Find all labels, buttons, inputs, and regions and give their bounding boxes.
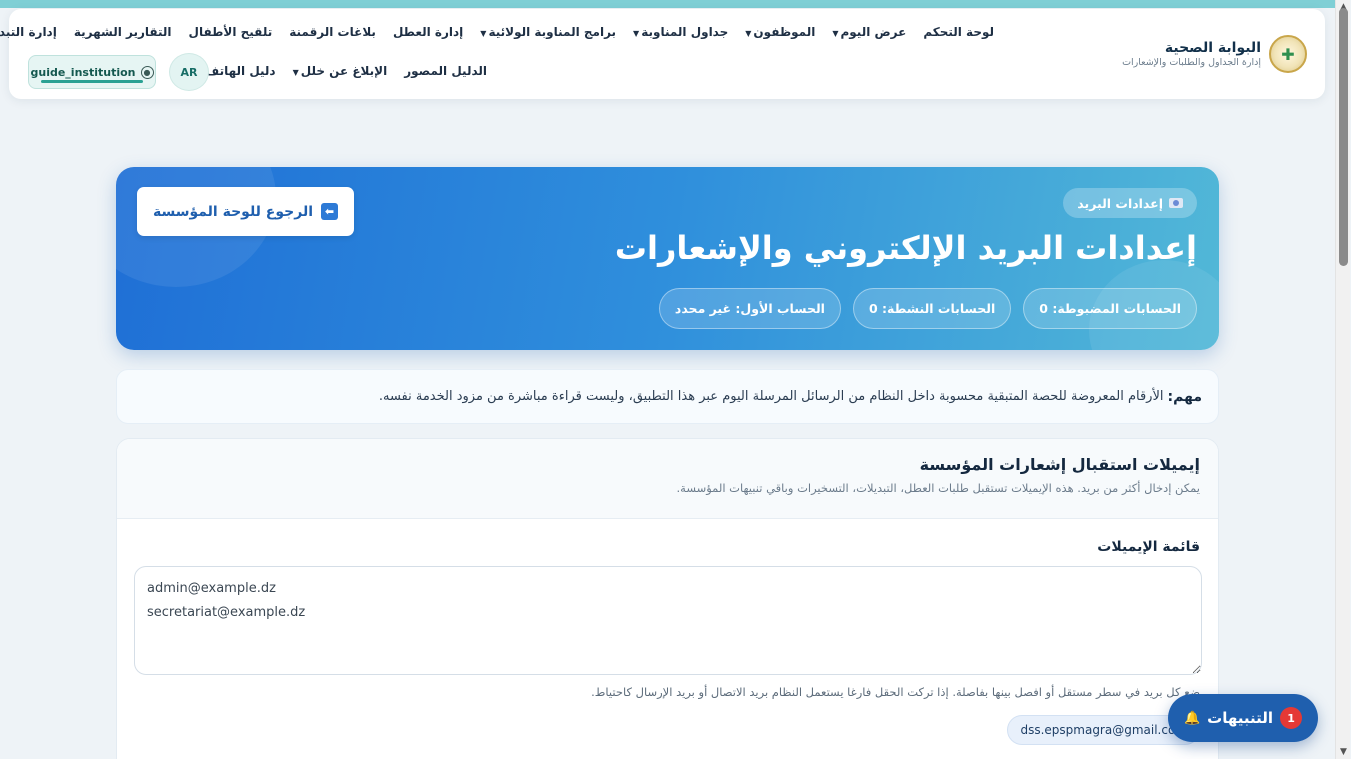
brand-subtitle: إدارة الجداول والطلبات والإشعارات — [1123, 57, 1262, 68]
nav-digitization-reports[interactable]: بلاغات الرقمنة — [290, 25, 377, 39]
brand-title: البوابة الصحية — [1165, 40, 1262, 56]
email-list-help: ضع كل بريد في سطر مستقل أو افصل بينها بف… — [592, 685, 1201, 699]
stat-active-accounts: الحسابات النشطة: 0 — [853, 288, 1013, 329]
stat-first-account: الحساب الأول: غير محدد — [659, 288, 842, 329]
bell-icon: 🔔 — [1184, 710, 1202, 726]
nav-primary-row: لوحة التحكم عرض اليوم▼ الموظفون▼ جداول ا… — [0, 25, 995, 39]
nav-secondary-row: الدليل المصور الإبلاغ عن خلل▼ دليل الهات… — [206, 64, 488, 78]
account-stats: الحسابات المضبوطة: 0 الحسابات النشطة: 0 … — [659, 288, 1198, 329]
nav-duty-schedules[interactable]: جداول المناوبة▼ — [634, 25, 729, 39]
nav-state-duty-programs[interactable]: برامج المناوبة الولائية▼ — [481, 25, 617, 39]
card-title: إيميلات استقبال إشعارات المؤسسة — [920, 455, 1201, 474]
nav-employees[interactable]: الموظفون▼ — [746, 25, 816, 39]
notice-text: الأرقام المعروضة للحصة المتبقية محسوبة د… — [379, 389, 1165, 404]
nav-illustrated-guide[interactable]: الدليل المصور — [405, 64, 488, 78]
chevron-down-icon: ▼ — [746, 29, 753, 38]
user-chip-underline — [42, 80, 144, 83]
card-header: إيميلات استقبال إشعارات المؤسسة يمكن إدخ… — [118, 439, 1219, 519]
page-scrollbar[interactable]: ▲ ▼ — [1336, 0, 1351, 759]
chevron-down-icon: ▼ — [293, 68, 300, 77]
nav-phone-directory[interactable]: دليل الهاتف — [206, 64, 276, 78]
user-menu[interactable]: guide_institution ● — [29, 55, 157, 89]
notification-count-badge: 1 — [1281, 707, 1304, 729]
username: guide_institution — [31, 65, 137, 79]
nav-report-bug[interactable]: الإبلاغ عن خلل▼ — [294, 64, 389, 78]
nav-monthly-reports[interactable]: التقارير الشهرية — [75, 25, 173, 39]
institution-logo-icon: ✚ — [1270, 35, 1308, 73]
email-settings-hero: إعدادات البريد إعدادات البريد الإلكتروني… — [117, 167, 1220, 350]
nav-dashboard[interactable]: لوحة التحكم — [924, 25, 995, 39]
notifications-label: التنبيهات — [1208, 709, 1275, 727]
quota-notice: مهم: الأرقام المعروضة للحصة المتبقية محس… — [117, 369, 1220, 424]
nav-swap-management[interactable]: إدارة التبديلات — [0, 25, 58, 39]
nav-leave-management[interactable]: إدارة العطل — [394, 25, 464, 39]
email-icon — [1170, 198, 1184, 208]
user-circle-icon: ● — [141, 65, 155, 79]
card-description: يمكن إدخال أكثر من بريد. هذه الإيميلات ت… — [677, 481, 1201, 495]
recipient-emails-textarea[interactable]: admin@example.dz secretariat@example.dz — [135, 566, 1203, 675]
chevron-down-icon: ▼ — [481, 29, 488, 38]
arrow-left-icon: ⬅ — [322, 203, 339, 220]
back-to-institution-dashboard-button[interactable]: ⬅ الرجوع للوحة المؤسسة — [138, 187, 355, 236]
stat-configured-accounts: الحسابات المضبوطة: 0 — [1024, 288, 1198, 329]
chevron-down-icon: ▼ — [833, 29, 840, 38]
main-navbar: ✚ البوابة الصحية إدارة الجداول والطلبات … — [0, 9, 1326, 99]
nav-child-vaccination[interactable]: تلقيح الأطفال — [190, 25, 274, 39]
notifications-button[interactable]: 1 التنبيهات 🔔 — [1169, 694, 1319, 742]
top-accent-strip — [0, 0, 1336, 8]
nav-today-view[interactable]: عرض اليوم▼ — [833, 25, 907, 39]
section-badge: إعدادات البريد — [1064, 188, 1198, 218]
recipient-emails-card: إيميلات استقبال إشعارات المؤسسة يمكن إدخ… — [117, 438, 1220, 759]
language-switch[interactable]: AR — [170, 53, 210, 91]
scroll-down-arrow-icon[interactable]: ▼ — [1337, 745, 1351, 759]
page-title: إعدادات البريد الإلكتروني والإشعارات — [615, 229, 1198, 267]
email-list-label: قائمة الإيميلات — [1098, 539, 1201, 555]
notice-label: مهم: — [1168, 388, 1204, 405]
scrollbar-thumb[interactable] — [1340, 8, 1349, 266]
chevron-down-icon: ▼ — [634, 29, 641, 38]
brand[interactable]: ✚ البوابة الصحية إدارة الجداول والطلبات … — [1123, 35, 1308, 73]
